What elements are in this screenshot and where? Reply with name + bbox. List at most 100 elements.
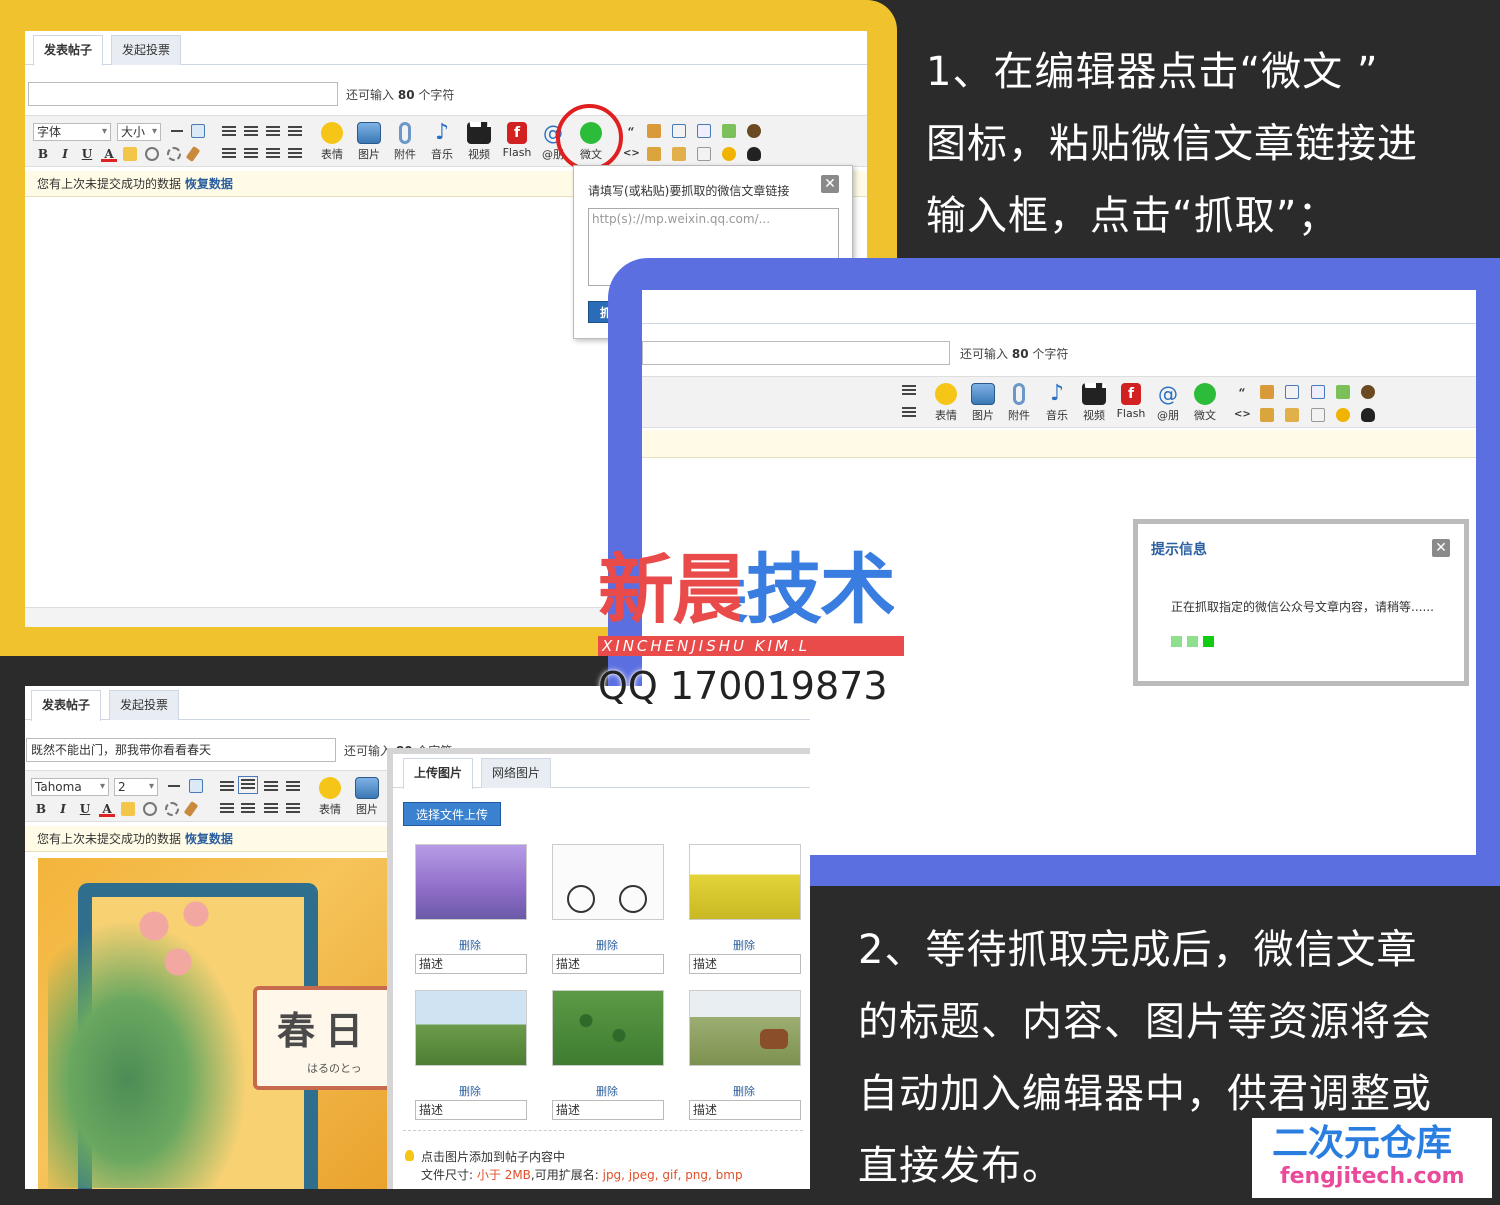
panel2-code-icon[interactable]: <>	[1234, 407, 1251, 423]
align-center-icon[interactable]	[244, 126, 258, 138]
unlink-icon[interactable]	[167, 147, 181, 161]
desc-input-3[interactable]: 描述	[689, 954, 801, 974]
hide-content-icon[interactable]	[647, 124, 661, 138]
list-box-icon[interactable]	[697, 124, 711, 138]
justify-icon[interactable]	[288, 126, 302, 138]
panel3-tab-post[interactable]: 发表帖子	[31, 690, 102, 721]
panel2-hide-icon[interactable]	[1260, 385, 1274, 399]
panel3-outdent-icon[interactable]	[241, 803, 255, 815]
desc-input-2[interactable]: 描述	[552, 954, 664, 974]
text-color-icon[interactable]: A	[101, 146, 117, 162]
emoji-button[interactable]: 表情	[314, 122, 350, 162]
unordered-list-icon[interactable]	[288, 148, 302, 160]
hr-icon[interactable]	[171, 130, 183, 132]
bold-icon[interactable]: B	[35, 146, 51, 162]
thumb-yellow-flowers[interactable]	[689, 844, 801, 920]
panel3-justify-icon[interactable]	[286, 781, 300, 793]
panel3-align-center-icon[interactable]	[238, 776, 258, 794]
panel3-indent-icon[interactable]	[220, 803, 234, 815]
panel2-list-icon[interactable]	[902, 407, 916, 419]
desc-input-4[interactable]: 描述	[415, 1100, 527, 1120]
link-icon[interactable]	[145, 147, 159, 161]
panel3-restore-link[interactable]: 恢复数据	[185, 832, 233, 846]
panel3-unlink-icon[interactable]	[165, 802, 179, 816]
desc-input-6[interactable]: 描述	[689, 1100, 801, 1120]
panel3-italic-icon[interactable]: I	[55, 801, 71, 817]
quote-icon[interactable]: “	[623, 124, 639, 140]
indent-icon[interactable]	[222, 148, 236, 160]
panel3-font-select[interactable]: Tahoma	[31, 778, 109, 796]
clear-format-icon[interactable]	[185, 145, 201, 163]
popup-close-icon[interactable]: ✕	[821, 175, 839, 193]
table-icon[interactable]	[191, 124, 205, 138]
flash-button[interactable]: f Flash	[499, 122, 535, 159]
outdent-icon[interactable]	[244, 148, 258, 160]
panel3-text-color-icon[interactable]: A	[99, 801, 115, 817]
image-button[interactable]: 图片	[351, 122, 387, 162]
panel3-emoji-button[interactable]: 表情	[312, 777, 348, 817]
panel3-size-select[interactable]: 2	[114, 778, 158, 796]
music-button[interactable]: ♪ 音乐	[424, 122, 460, 162]
panel2-bg-icon[interactable]	[1336, 408, 1350, 422]
panel2-flash-button[interactable]: f Flash	[1113, 383, 1149, 420]
panel2-quote-icon[interactable]: “	[1234, 385, 1250, 401]
thumb-green-hills[interactable]	[552, 990, 664, 1066]
panel2-justify-icon[interactable]	[902, 385, 916, 397]
panel3-tab-vote[interactable]: 发起投票	[109, 690, 180, 720]
media-icon[interactable]	[747, 124, 761, 138]
choose-file-button[interactable]: 选择文件上传	[403, 802, 501, 826]
align-left-icon[interactable]	[222, 126, 236, 138]
delete-link-5[interactable]: 删除	[596, 1083, 618, 1099]
panel3-link-icon[interactable]	[143, 802, 157, 816]
size-select[interactable]: 大小	[117, 123, 161, 141]
title-input[interactable]	[28, 82, 338, 106]
panel2-lock-icon[interactable]	[1260, 408, 1274, 422]
download-icon[interactable]	[672, 147, 686, 161]
upload-tab-web[interactable]: 网络图片	[481, 758, 552, 788]
italic-icon[interactable]: I	[57, 146, 73, 162]
lock-icon[interactable]	[647, 147, 661, 161]
panel2-listbox-icon[interactable]	[1311, 385, 1325, 399]
panel2-mention-button[interactable]: @ @朋	[1150, 383, 1186, 423]
page-icon[interactable]	[672, 124, 686, 138]
panel2-media-icon[interactable]	[1361, 385, 1375, 399]
panel3-hr-icon[interactable]	[168, 785, 180, 787]
panel3-highlight-icon[interactable]	[121, 802, 135, 816]
thumb-green-valley[interactable]	[415, 990, 527, 1066]
panel3-underline-icon[interactable]: U	[77, 801, 93, 817]
upload-tab-local[interactable]: 上传图片	[403, 758, 474, 789]
panel2-title-input[interactable]	[642, 341, 950, 365]
panel3-table-icon[interactable]	[189, 779, 203, 793]
panel3-clear-format-icon[interactable]	[183, 800, 199, 818]
panel3-title-input[interactable]: 既然不能出门，那我带你看看春天	[26, 738, 336, 762]
panel3-ordered-list-icon[interactable]	[264, 803, 278, 815]
delete-link-3[interactable]: 删除	[733, 937, 755, 953]
panel2-attachment-button[interactable]: 附件	[1001, 383, 1037, 423]
restore-link[interactable]: 恢复数据	[185, 177, 233, 191]
delete-link-1[interactable]: 删除	[459, 937, 481, 953]
columns-icon[interactable]	[697, 147, 711, 161]
panel2-qq-icon[interactable]	[1361, 408, 1375, 422]
dialog-close-icon[interactable]: ✕	[1432, 539, 1450, 557]
delete-link-2[interactable]: 删除	[596, 937, 618, 953]
underline-icon[interactable]: U	[79, 146, 95, 162]
highlight-icon[interactable]	[123, 147, 137, 161]
panel2-music-button[interactable]: ♪ 音乐	[1039, 383, 1075, 423]
panel2-emoji-button[interactable]: 表情	[928, 383, 964, 423]
panel2-page-icon[interactable]	[1285, 385, 1299, 399]
panel3-unordered-list-icon[interactable]	[286, 803, 300, 815]
code-icon[interactable]: <>	[623, 146, 640, 162]
align-right-icon[interactable]	[266, 126, 280, 138]
key-icon[interactable]	[722, 124, 736, 138]
bg-icon[interactable]	[722, 147, 736, 161]
tab-post[interactable]: 发表帖子	[33, 35, 104, 66]
panel2-video-button[interactable]: 视频	[1076, 383, 1112, 423]
delete-link-4[interactable]: 删除	[459, 1083, 481, 1099]
thumb-purple-trees[interactable]	[415, 844, 527, 920]
panel2-columns-icon[interactable]	[1311, 408, 1325, 422]
qq-icon[interactable]	[747, 147, 761, 161]
attachment-button[interactable]: 附件	[387, 122, 423, 162]
panel2-image-button[interactable]: 图片	[965, 383, 1001, 423]
tab-vote[interactable]: 发起投票	[111, 35, 182, 65]
thumb-horse-meadow[interactable]	[689, 990, 801, 1066]
